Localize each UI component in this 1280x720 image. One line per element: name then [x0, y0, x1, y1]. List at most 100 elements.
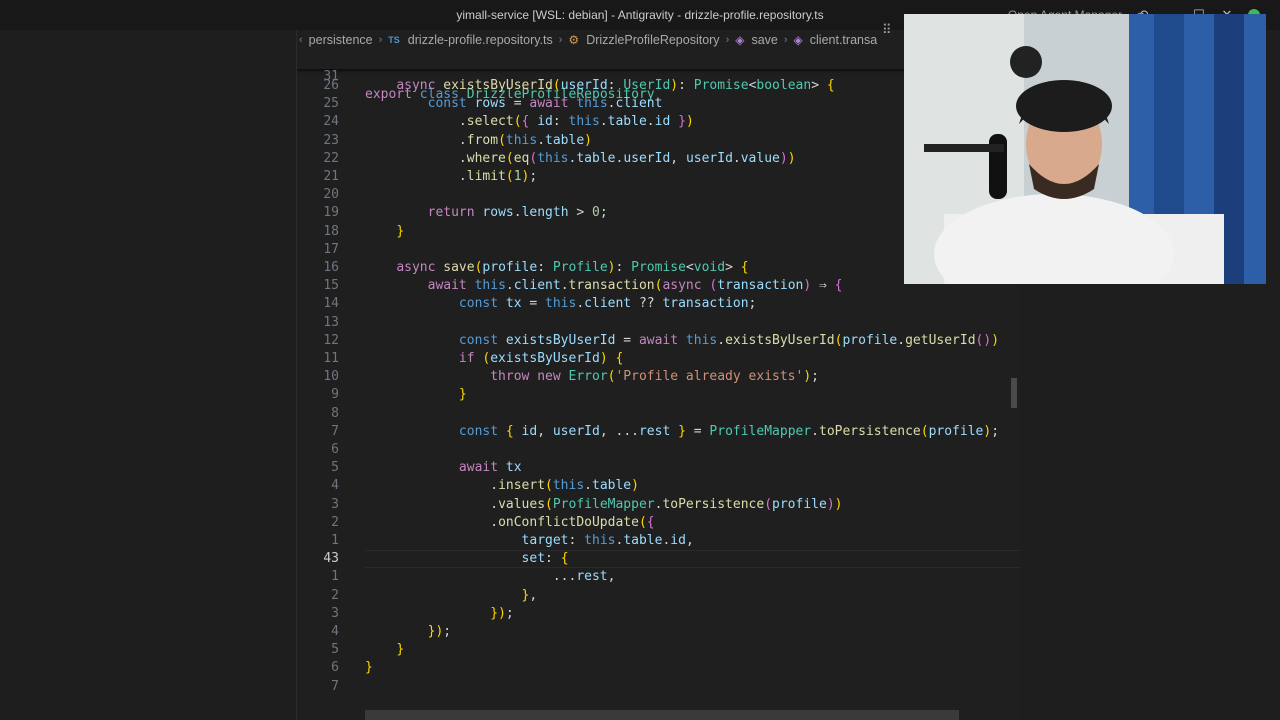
- line-number: 6: [331, 660, 339, 676]
- property-symbol-icon: ◈: [793, 33, 803, 47]
- code-text: });: [490, 605, 514, 621]
- line-number: 4: [331, 624, 339, 639]
- code-text: .limit(1);: [458, 169, 538, 184]
- line-number: 10: [323, 369, 339, 385]
- line-number: 18: [323, 223, 339, 239]
- line-number: 21: [323, 169, 339, 184]
- class-symbol-icon: ⚙: [568, 33, 580, 47]
- breadcrumb-leading-separator: ‹: [299, 34, 303, 46]
- code-text: set: {: [521, 551, 569, 567]
- code-line[interactable]: 8: [297, 405, 1021, 423]
- code-text: const { id, userId, ...rest } = ProfileM…: [458, 423, 1000, 439]
- code-line[interactable]: 5 await tx: [297, 459, 1021, 477]
- line-number: 17: [323, 241, 339, 257]
- line-number: 13: [323, 314, 339, 330]
- line-number: 14: [323, 296, 339, 312]
- line-number: 3: [331, 605, 339, 621]
- breadcrumb-class[interactable]: DrizzleProfileRepository: [586, 33, 719, 47]
- breadcrumb-property[interactable]: client.transa: [810, 33, 877, 47]
- code-line[interactable]: 7 const { id, userId, ...rest } = Profil…: [297, 423, 1021, 441]
- code-line[interactable]: 1 target: this.table.id,: [297, 532, 1021, 550]
- code-line[interactable]: 5 }: [297, 641, 1021, 659]
- code-text: await tx: [458, 460, 522, 476]
- code-text: }: [396, 642, 405, 658]
- code-text: .values(ProfileMapper.toPersistence(prof…: [490, 496, 843, 512]
- webcam-overlay: [904, 14, 1266, 284]
- breadcrumb-file[interactable]: drizzle-profile.repository.ts: [408, 33, 553, 47]
- code-text: async save(profile: Profile): Promise<vo…: [396, 260, 749, 275]
- chevron-right-icon: ›: [725, 34, 730, 46]
- code-line[interactable]: 2 .onConflictDoUpdate({: [297, 514, 1021, 532]
- code-text: await this.client.transaction(async (tra…: [427, 278, 843, 294]
- line-number: 2: [331, 587, 339, 603]
- breadcrumb-method[interactable]: save: [751, 33, 777, 47]
- code-text: async existsByUserId(userId: UserId): Pr…: [396, 78, 835, 93]
- line-number: 19: [323, 205, 339, 221]
- line-number: 15: [323, 278, 339, 294]
- code-text: return rows.length > 0;: [427, 205, 608, 221]
- typescript-file-icon: TS: [388, 35, 400, 45]
- line-number: 25: [323, 96, 339, 112]
- code-text: .insert(this.table): [490, 478, 639, 494]
- code-text: },: [521, 587, 538, 603]
- layout-grid-icon[interactable]: ⠿: [882, 24, 894, 37]
- line-number: 43: [323, 551, 339, 567]
- line-number: 20: [323, 187, 339, 203]
- code-line[interactable]: 4 });: [297, 623, 1021, 641]
- line-number: 26: [323, 78, 339, 93]
- code-line[interactable]: 14 const tx = this.client ?? transaction…: [297, 295, 1021, 313]
- code-text: if (existsByUserId) {: [458, 351, 624, 366]
- line-number: 12: [323, 332, 339, 348]
- line-number: 5: [331, 642, 339, 658]
- window-title: yimall-service [WSL: debian] - Antigravi…: [456, 8, 824, 22]
- code-text: ...rest,: [552, 569, 616, 585]
- vertical-scrollbar[interactable]: [1011, 378, 1017, 408]
- code-line[interactable]: 2 },: [297, 587, 1021, 605]
- code-line[interactable]: 13: [297, 314, 1021, 332]
- code-line[interactable]: 1 ...rest,: [297, 568, 1021, 586]
- line-number: 16: [323, 260, 339, 275]
- line-number: 2: [331, 514, 339, 530]
- code-line[interactable]: 3 .values(ProfileMapper.toPersistence(pr…: [297, 496, 1021, 514]
- webcam-person-image: [904, 14, 1266, 284]
- line-number: 1: [331, 569, 339, 585]
- code-text: });: [427, 624, 452, 639]
- code-line[interactable]: 6}: [297, 659, 1021, 677]
- line-number: 11: [323, 351, 339, 366]
- code-line[interactable]: 7: [297, 678, 1021, 696]
- code-text: .from(this.table): [458, 132, 592, 148]
- line-number: 3: [331, 496, 339, 512]
- code-text: const tx = this.client ?? transaction;: [458, 296, 757, 312]
- line-number: 24: [323, 114, 339, 130]
- chevron-right-icon: ›: [783, 34, 788, 46]
- code-text: }: [458, 387, 467, 403]
- code-line[interactable]: 9 }: [297, 386, 1021, 404]
- line-number: 7: [331, 678, 339, 694]
- breadcrumb-folder[interactable]: persistence: [309, 33, 373, 47]
- code-text: throw new Error('Profile already exists'…: [490, 369, 819, 385]
- code-text: const existsByUserId = await this.exists…: [458, 332, 1000, 348]
- line-number: 1: [331, 533, 339, 548]
- code-line[interactable]: 11 if (existsByUserId) {: [297, 350, 1021, 368]
- line-number: 5: [331, 460, 339, 476]
- code-line[interactable]: 10 throw new Error('Profile already exis…: [297, 368, 1021, 386]
- line-number: 23: [323, 132, 339, 148]
- line-number: 8: [331, 405, 339, 421]
- code-text: const rows = await this.client: [427, 96, 663, 112]
- chevron-right-icon: ›: [558, 34, 563, 46]
- line-number: 6: [331, 442, 339, 457]
- code-line[interactable]: 3 });: [297, 605, 1021, 623]
- horizontal-scrollbar[interactable]: [365, 710, 959, 720]
- code-line[interactable]: 4 .insert(this.table): [297, 477, 1021, 495]
- line-number: 9: [331, 387, 339, 403]
- method-symbol-icon: ◈: [735, 33, 745, 47]
- code-line[interactable]: 12 const existsByUserId = await this.exi…: [297, 332, 1021, 350]
- code-text: }: [396, 223, 405, 239]
- code-line[interactable]: 6: [297, 441, 1021, 459]
- code-text: target: this.table.id,: [521, 533, 694, 548]
- code-text: .where(eq(this.table.userId, userId.valu…: [458, 150, 796, 166]
- line-number: 7: [331, 423, 339, 439]
- chevron-right-icon: ›: [378, 34, 383, 46]
- code-line[interactable]: 43 set: {: [297, 550, 1021, 569]
- left-panel: [0, 30, 296, 720]
